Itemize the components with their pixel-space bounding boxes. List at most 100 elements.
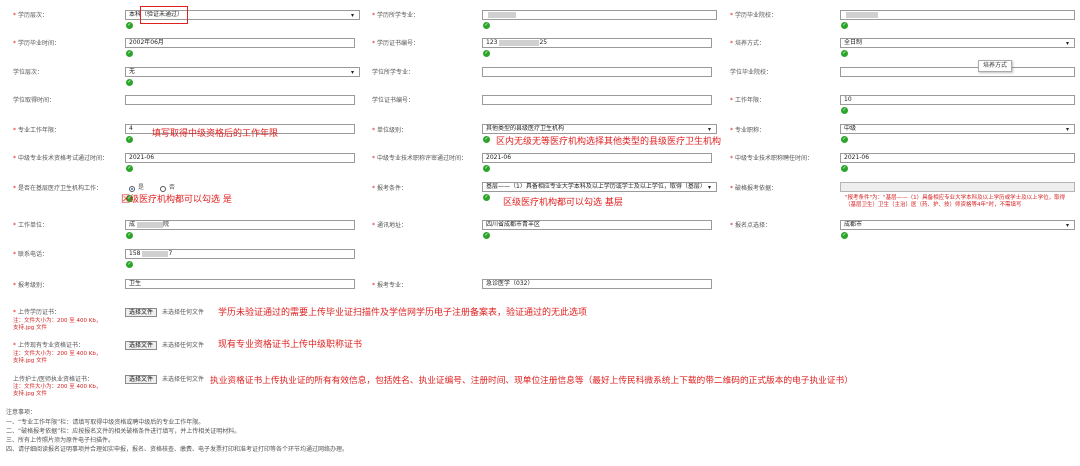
check-icon: ✓ [126, 136, 133, 143]
radio-yes[interactable] [129, 186, 135, 192]
exam-condition-select[interactable]: 基层——（1）具备相应专业大学本科及以上学历或学士及以上学位，取得（基层） ▾ [482, 182, 717, 192]
check-icon: ✓ [841, 22, 848, 29]
qualification-basis-hint: "报考条件"为："基层——（1）具备相应专业大学本科及以上学历或学士及以上学位，… [845, 195, 1066, 208]
label-training-mode: * 培养方式： [730, 40, 766, 47]
tooltip: 培养方式 [978, 60, 1013, 72]
label-exam-major: * 报考专业： [372, 282, 408, 289]
check-icon: ✓ [841, 165, 848, 172]
label-grassroots: * 是否在基层医疗卫生机构工作： [13, 185, 103, 192]
education-major-input[interactable] [482, 10, 717, 20]
check-icon: ✓ [126, 79, 133, 86]
chevron-down-icon: ▾ [1066, 40, 1070, 47]
check-icon: ✓ [126, 50, 133, 57]
qualification-basis-input[interactable] [840, 182, 1075, 192]
label-certificate-no: * 学历证书编号： [372, 40, 420, 47]
training-mode-select[interactable]: 全日制 ▾ [840, 38, 1075, 48]
exam-area-select[interactable]: 成都市 ▾ [840, 220, 1075, 230]
degree-cert-no-input[interactable] [482, 95, 712, 105]
annotation-upload-qualification: 现有专业资格证书上传中级职称证书 [218, 340, 363, 350]
label-education-major: * 学历所学专业： [372, 12, 420, 19]
no-file-text: 未选择任何文件 [162, 309, 205, 316]
check-icon: ✓ [126, 22, 133, 29]
choose-file-button[interactable]: 选择文件 [125, 341, 158, 350]
upload-label-qualification: * 上传现有专业资格证书： [13, 342, 85, 349]
label-unit-level: * 单位级别： [372, 127, 408, 134]
label-title-review-time: * 中级专业技术职称评审通过时间： [372, 155, 468, 162]
annotation-upload-license: 执业资格证书上传执业证的所有有效信息，包括姓名、执业证编号、注册时间、现单位注册… [210, 376, 853, 386]
degree-level-select[interactable]: 无 ▾ [125, 67, 360, 77]
notes-item: 四、请仔细阅读报名证明事项并合理如实申报，报名、资格核查、缴费、电子发票打印和准… [6, 446, 349, 453]
annotation-unit-level: 区内无级无等医疗机构选择其他类型的县级医疗卫生机构 [496, 137, 722, 147]
check-icon: ✓ [126, 261, 133, 268]
address-input[interactable]: 四川省成都市青羊区 [482, 220, 712, 230]
unit-level-select[interactable]: 其他类型的县级医疗卫生机构 ▾ [482, 124, 717, 134]
check-icon: ✓ [841, 232, 848, 239]
upload-hint: 注：文件大小为：200 至 400 Kb， [13, 351, 102, 357]
label-exam-level: * 报考级别： [13, 282, 49, 289]
exam-major-input: 急诊医学（032） [482, 279, 712, 289]
degree-time-input[interactable] [125, 95, 355, 105]
upload-hint: 注：文件大小为：200 至 400 Kb， [13, 318, 102, 324]
choose-file-button[interactable]: 选择文件 [125, 375, 158, 384]
label-professional-title: * 专业职称： [730, 127, 766, 134]
label-work-unit: * 工作单位： [13, 222, 49, 229]
label-graduation-time: * 学历毕业时间： [13, 40, 61, 47]
label-qualification-basis: * 破格报考依据： [730, 185, 778, 192]
annotation-upload-education: 学历未验证通过的需要上传毕业证扫描件及学信网学历电子注册备案表，验证通过的无此选… [218, 308, 588, 318]
title-hire-time-input[interactable]: 2021-06 [840, 153, 1075, 163]
chevron-down-icon: ▾ [1066, 222, 1070, 229]
label-exam-condition: * 报考条件： [372, 185, 408, 192]
upload-hint: 支持.jpg 文件 [13, 325, 48, 331]
upload-hint: 注：文件大小为：200 至 400 Kb， [13, 384, 102, 390]
notes-item: 一、“专业工作年限”栏：请填写取得中级资格或聘中级后的专业工作年限。 [6, 419, 205, 426]
label-degree-time: 学位取得时间： [13, 97, 56, 104]
check-icon: ✓ [483, 232, 490, 239]
upload-hint: 支持.jpg 文件 [13, 358, 48, 364]
phone-input[interactable]: 158 7 [125, 249, 355, 259]
chevron-down-icon: ▾ [351, 12, 355, 19]
label-education-level: * 学历层次： [13, 12, 49, 19]
annotation-exam-condition: 区级医疗机构都可以勾选 基层 [503, 198, 623, 208]
degree-major-input[interactable] [482, 67, 712, 77]
check-icon: ✓ [841, 136, 848, 143]
work-years-input[interactable]: 10 [840, 95, 1075, 105]
check-icon: ✓ [841, 107, 848, 114]
chevron-down-icon: ▾ [1066, 126, 1070, 133]
upload-hint: 支持.jpg 文件 [13, 391, 48, 397]
label-degree-major: 学位所学专业： [372, 69, 415, 76]
label-degree-school: 学位毕业院校： [730, 69, 773, 76]
chevron-down-icon: ▾ [351, 69, 355, 76]
certificate-no-input[interactable]: 123 25 [482, 38, 712, 48]
annotation-work-years: 填写取得中级资格后的工作年限 [152, 129, 279, 139]
upload-label-license: 上传护士/医师执业资格证书： [13, 376, 94, 383]
chevron-down-icon: ▾ [708, 184, 712, 191]
check-icon: ✓ [483, 50, 490, 57]
annotation-grassroots: 区级医疗机构都可以勾选 是 [121, 195, 232, 205]
label-major-work-years: * 专业工作年限： [13, 127, 61, 134]
no-file-text: 未选择任何文件 [162, 342, 205, 349]
radio-no[interactable] [160, 186, 166, 192]
graduation-school-input[interactable] [840, 10, 1075, 20]
check-icon: ✓ [483, 22, 490, 29]
check-icon: ✓ [483, 165, 490, 172]
graduation-time-input[interactable]: 2002年06月 [125, 38, 355, 48]
check-icon: ✓ [483, 136, 490, 143]
label-title-hire-time: * 中级专业技术职称聘任时间： [730, 155, 814, 162]
professional-title-select[interactable]: 中级 ▾ [840, 124, 1075, 134]
check-icon: ✓ [483, 194, 490, 201]
work-unit-input[interactable]: 成院 [125, 220, 355, 230]
highlight-box [140, 6, 188, 24]
title-review-time-input[interactable]: 2021-06 [482, 153, 712, 163]
check-icon: ✓ [126, 232, 133, 239]
label-graduation-school: * 学历毕业院校： [730, 12, 778, 19]
choose-file-button[interactable]: 选择文件 [125, 308, 158, 317]
label-exam-area: * 报名点选择： [730, 222, 772, 229]
notes-title: 注意事项： [6, 409, 37, 416]
label-qual-exam-time: * 中级专业技术资格考试通过时间： [13, 155, 109, 162]
notes-item: 二、“破格报考依据”栏：应按报名文件的相关破格条件进行填写，并上传相关证明材料。 [6, 428, 241, 435]
qual-exam-time-input[interactable]: 2021-06 [125, 153, 355, 163]
radio-no-label: 否 [169, 184, 176, 191]
exam-level-input: 卫生 [125, 279, 355, 289]
degree-school-input[interactable] [840, 67, 1075, 77]
label-degree-level: 学位层次： [13, 69, 44, 76]
